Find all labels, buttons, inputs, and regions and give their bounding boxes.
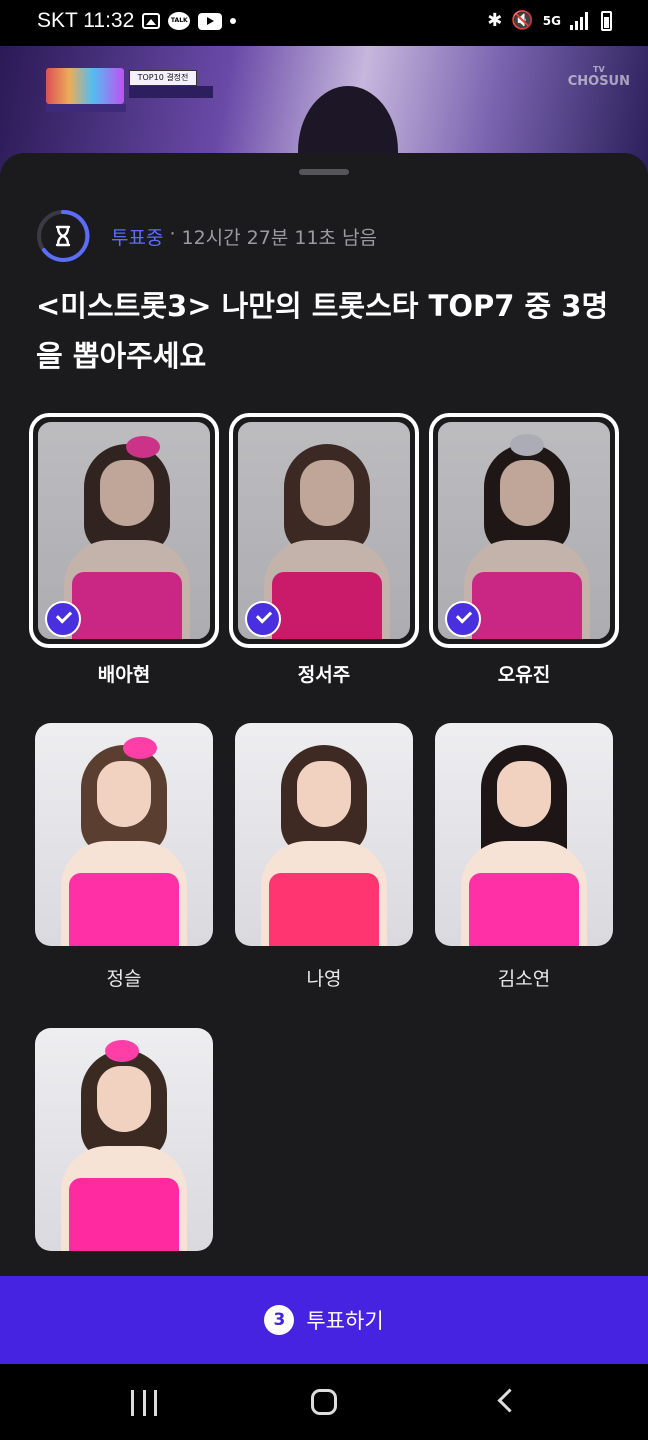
time-remaining: 12시간 27분 11초 남음	[181, 227, 378, 249]
youtube-icon	[198, 12, 223, 30]
hourglass-timer-icon	[37, 209, 90, 262]
mute-icon: 🔇	[511, 10, 534, 31]
candidate-photo	[235, 723, 413, 946]
vote-live-label: 투표중	[111, 227, 164, 249]
vote-sheet: 투표중 · 12시간 27분 11초 남음 <미스트롯3> 나만의 트롯스타 T…	[0, 153, 648, 1440]
candidate-card[interactable]: 김소연	[435, 723, 613, 991]
show-logo	[46, 68, 124, 104]
candidate-card[interactable]	[35, 1028, 213, 1269]
check-icon	[45, 601, 81, 637]
caption-subline	[129, 86, 213, 98]
navigation-bar	[0, 1364, 648, 1440]
separator: ·	[169, 223, 176, 245]
candidate-card[interactable]: 정서주	[229, 413, 419, 687]
candidate-card[interactable]: 오유진	[429, 413, 619, 687]
back-icon[interactable]	[497, 1388, 522, 1413]
vote-button-label: 투표하기	[306, 1309, 384, 1333]
candidate-photo	[435, 723, 613, 946]
status-bar: SKT 11:32 TALK ✱ 🔇 5G	[0, 0, 648, 46]
5g-icon: 5G	[542, 13, 561, 28]
candidate-name: 배아현	[97, 664, 151, 686]
check-icon	[445, 601, 481, 637]
vote-status-line: 투표중 · 12시간 27분 11초 남음	[111, 223, 377, 250]
candidate-name: 정서주	[297, 664, 351, 686]
candidate-name: 정슬	[106, 968, 142, 990]
recent-apps-icon[interactable]	[131, 1390, 157, 1416]
check-icon	[245, 601, 281, 637]
carrier-time: SKT 11:32	[37, 9, 135, 32]
battery-icon	[601, 10, 612, 31]
vote-submit-button[interactable]: 3 투표하기	[0, 1276, 648, 1364]
candidate-card[interactable]: 나영	[235, 723, 413, 991]
candidate-name: 김소연	[497, 968, 551, 990]
kakaotalk-icon: TALK	[168, 12, 191, 30]
candidate-photo	[35, 1028, 213, 1251]
candidate-card[interactable]: 배아현	[29, 413, 219, 687]
top10-caption: TOP10 결정전	[129, 70, 197, 86]
signal-icon	[570, 11, 592, 30]
bluetooth-icon: ✱	[487, 10, 503, 31]
channel-logo: TV CHOSUN	[567, 65, 630, 89]
show-logo-tagline	[46, 104, 126, 112]
candidate-name: 오유진	[497, 664, 551, 686]
candidate-photo	[35, 723, 213, 946]
vote-title: <미스트롯3> 나만의 트롯스타 TOP7 중 3명을 뽑아주세요	[36, 289, 609, 373]
candidate-name: 나영	[306, 968, 342, 990]
selected-count-badge: 3	[264, 1305, 295, 1335]
drag-handle[interactable]	[299, 169, 349, 175]
gallery-icon	[142, 13, 161, 29]
home-icon[interactable]	[311, 1389, 337, 1415]
candidate-card[interactable]: 정슬	[35, 723, 213, 991]
dot-icon	[230, 18, 237, 24]
